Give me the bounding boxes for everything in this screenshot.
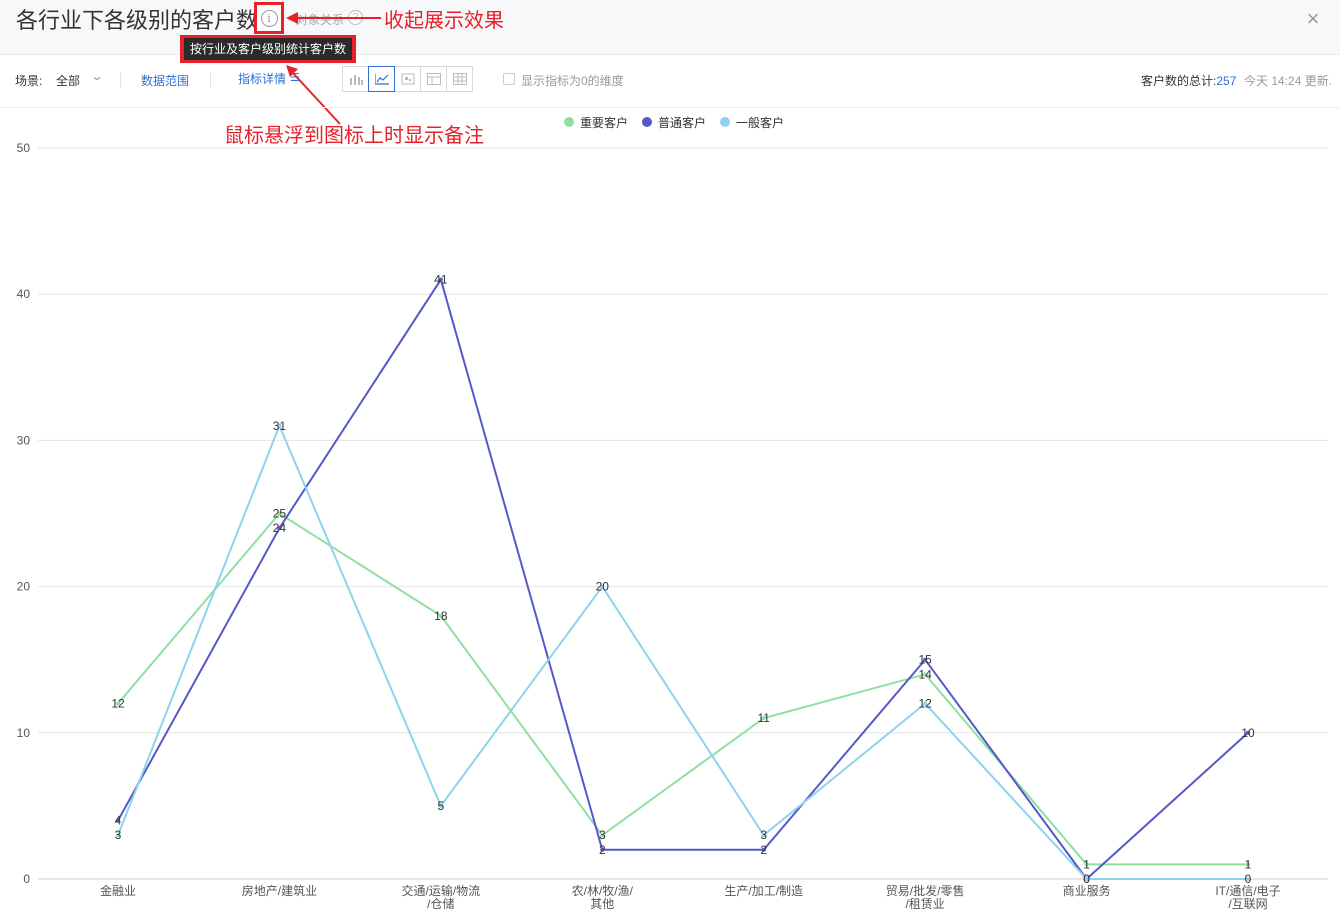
x-tick-label-line: 其他 [590,897,614,911]
y-tick-label: 50 [17,141,31,155]
close-icon[interactable]: × [1302,8,1324,30]
data-label: 10 [1241,726,1255,740]
show-zero-checkbox[interactable] [503,73,515,85]
scene-label: 场景: [15,74,43,88]
data-label: 0 [1083,872,1090,886]
x-tick-label: 房地产/建筑业 [242,883,317,898]
total-count: 客户数的总计:257 [1141,72,1236,89]
chevron-down-icon[interactable]: ⌄ [90,69,104,83]
line-chart-icon [374,74,389,85]
series-line-0 [117,512,1248,866]
scene-select[interactable]: 全部 [56,72,80,89]
page-title: 各行业下各级别的客户数 [16,8,259,33]
data-label: 18 [434,609,448,623]
data-label: 5 [438,799,445,813]
line-chart-button[interactable] [368,66,395,92]
x-tick-label: 金融业 [100,883,136,898]
data-label: 3 [115,828,122,842]
y-tick-label: 40 [17,287,31,301]
data-label: 1 [1083,857,1090,871]
x-tick-label: 贸易/批发/零售/租赁业 [886,883,965,911]
grid-icon [452,73,467,85]
x-tick-label-line: 生产/加工/制造 [724,884,803,898]
annotation-hover: 鼠标悬浮到图标上时显示备注 [224,125,484,147]
data-label: 4 [115,814,122,828]
bar-chart-icon [349,75,363,85]
list-icon[interactable]: ☰ [290,71,300,84]
y-tick-label: 30 [17,433,31,447]
data-label: 0 [1245,872,1252,886]
data-label: 12 [918,697,932,711]
info-icon[interactable]: i [260,9,278,27]
data-label: 41 [434,273,448,287]
x-tick-label: 交通/运输/物流/仓储 [402,883,481,911]
data-label: 2 [760,843,767,857]
object-relation-label: 对象关系 [296,13,345,27]
y-tick-label: 20 [17,580,31,594]
toolbar: 场景: 全部 ⌄ 数据范围 指标详情 ☰ 显示指标为0的维度 客户数的总计:25… [0,55,1340,108]
data-label: 2 [599,843,606,857]
divider [210,72,211,88]
data-label: 15 [918,653,932,667]
data-label: 31 [273,419,287,433]
x-tick-label: 生产/加工/制造 [724,884,803,898]
x-tick-label-line: 交通/运输/物流 [402,883,481,898]
table-button[interactable] [420,66,447,92]
series-line-2 [117,423,1248,880]
scatter-chart-button[interactable] [394,66,421,92]
line-chart: 01020304050金融业 房地产/建筑业 交通/运输/物流/仓储农/林/牧/渔/… [17,141,1328,911]
table-icon [426,73,441,85]
x-tick-label-line: /互联网 [1228,897,1267,911]
chart-type-switcher [342,66,473,92]
data-label: 20 [596,580,610,594]
data-label: 3 [760,828,767,842]
y-tick-label: 10 [17,726,31,740]
x-tick-label-line: 金融业 [100,883,136,898]
metric-detail-link[interactable]: 指标详情 [238,70,286,87]
x-tick-label-line: /租赁业 [905,897,944,911]
data-label: 24 [273,521,287,535]
x-tick-label-line: 农/林/牧/渔/ [572,884,634,898]
grid-table-button[interactable] [446,66,473,92]
scatter-icon [401,73,414,85]
data-label: 14 [918,667,932,681]
x-tick-label: 农/林/牧/渔/其他 [572,884,634,911]
x-tick-label-line: 房地产/建筑业 [242,883,317,898]
help-icon[interactable]: ? [348,10,363,25]
total-label: 客户数的总计: [1141,74,1217,88]
bar-chart-button[interactable] [342,66,369,92]
data-label: 12 [111,697,125,711]
x-tick-label: IT/通信/电子/互联网 [1215,884,1280,911]
data-label: 1 [1245,857,1252,871]
total-value: 257 [1216,74,1237,88]
x-tick-label-line: IT/通信/电子 [1215,884,1280,898]
divider [120,72,121,88]
data-label: 11 [757,711,770,725]
y-tick-label: 0 [23,872,30,886]
x-tick-label-line: /仓储 [427,896,454,911]
data-range-link[interactable]: 数据范围 [141,72,189,89]
annotation-collapse: 收起展示效果 [384,10,504,32]
show-zero-label: 显示指标为0的维度 [521,74,624,88]
info-button[interactable]: i [254,2,284,34]
updated-time: 今天 14:24 更新. [1244,74,1333,88]
series-line-1 [117,277,1249,881]
data-label: 25 [273,507,287,521]
x-tick-label-line: 贸易/批发/零售 [886,883,965,898]
